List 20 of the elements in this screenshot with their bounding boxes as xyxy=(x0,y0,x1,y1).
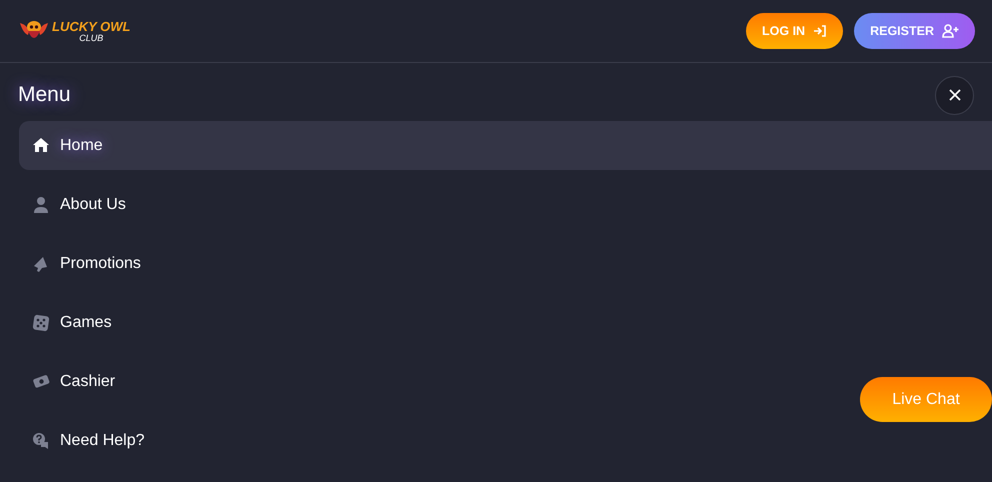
person-icon xyxy=(32,196,50,214)
dice-icon xyxy=(32,314,50,332)
help-bubble-icon xyxy=(32,432,50,450)
menu-item[interactable]: Need Help? xyxy=(19,416,158,465)
menu-item[interactable]: Games xyxy=(19,298,126,347)
megaphone-icon xyxy=(32,254,50,272)
logo-text: LUCKY OWL xyxy=(52,20,130,32)
menu-item[interactable]: About Us xyxy=(19,180,140,229)
menu-item[interactable]: Promotions xyxy=(19,239,155,288)
logo-subtext: CLUB xyxy=(79,34,104,42)
menu-item[interactable]: Home xyxy=(19,121,992,170)
money-icon xyxy=(32,372,50,390)
home-icon xyxy=(32,136,50,154)
register-button[interactable]: REGISTER xyxy=(854,13,975,49)
close-button[interactable] xyxy=(935,76,974,114)
add-user-icon xyxy=(942,24,959,38)
close-icon xyxy=(948,89,960,101)
menu-title: Menu xyxy=(18,83,71,107)
menu-item[interactable]: Cashier xyxy=(19,357,130,406)
login-icon xyxy=(813,25,828,37)
